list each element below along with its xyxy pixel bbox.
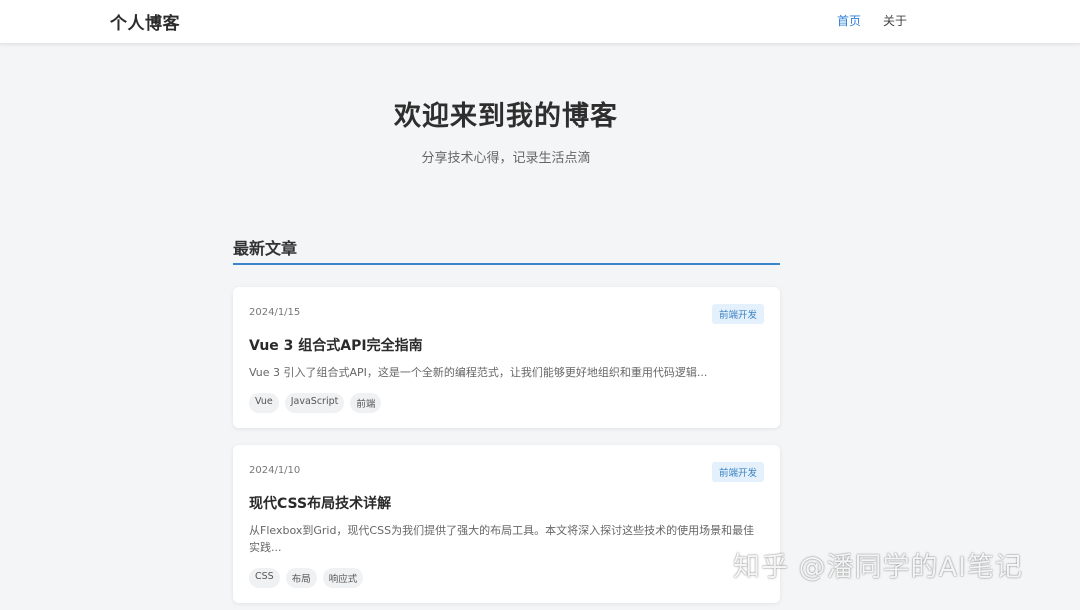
- post-tag[interactable]: CSS: [249, 568, 280, 588]
- post-category-badge[interactable]: 前端开发: [711, 462, 764, 482]
- post-tag[interactable]: 前端: [350, 393, 382, 413]
- hero-subtitle: 分享技术心得，记录生活点滴: [421, 151, 591, 166]
- post-tags: Vue JavaScript 前端: [249, 393, 382, 413]
- post-excerpt: 从Flexbox到Grid，现代CSS为我们提供了强大的布局工具。本文将深入探讨…: [249, 524, 755, 554]
- post-tag[interactable]: 布局: [285, 568, 317, 588]
- post-date: 2024/1/15: [249, 307, 301, 318]
- hero-title: 欢迎来到我的博客: [394, 101, 618, 132]
- nav-links: 首页 关于: [837, 12, 907, 29]
- post-tag[interactable]: JavaScript: [284, 393, 345, 413]
- site-brand[interactable]: 个人博客: [110, 9, 180, 34]
- watermark: 知乎 @潘同学的AI笔记: [733, 552, 1024, 583]
- top-navbar: 个人博客 首页 关于: [0, 0, 1080, 44]
- post-tag[interactable]: Vue: [249, 393, 279, 413]
- nav-link-home[interactable]: 首页: [837, 12, 861, 29]
- post-title[interactable]: 现代CSS布局技术详解: [249, 493, 391, 513]
- post-date: 2024/1/10: [249, 465, 301, 476]
- post-title[interactable]: Vue 3 组合式API完全指南: [249, 335, 423, 355]
- post-excerpt: Vue 3 引入了组合式API，这是一个全新的编程范式，让我们能够更好地组织和重…: [249, 366, 708, 379]
- post-tag[interactable]: 响应式: [322, 568, 364, 588]
- nav-link-about[interactable]: 关于: [883, 12, 907, 29]
- post-card[interactable]: 2024/1/10 前端开发 现代CSS布局技术详解 从Flexbox到Grid…: [233, 445, 780, 603]
- section-title: 最新文章: [233, 239, 298, 258]
- post-category-badge[interactable]: 前端开发: [711, 304, 764, 324]
- post-card[interactable]: 2024/1/15 前端开发 Vue 3 组合式API完全指南 Vue 3 引入…: [233, 287, 780, 428]
- post-tags: CSS 布局 响应式: [249, 568, 364, 588]
- section-divider: [233, 263, 780, 265]
